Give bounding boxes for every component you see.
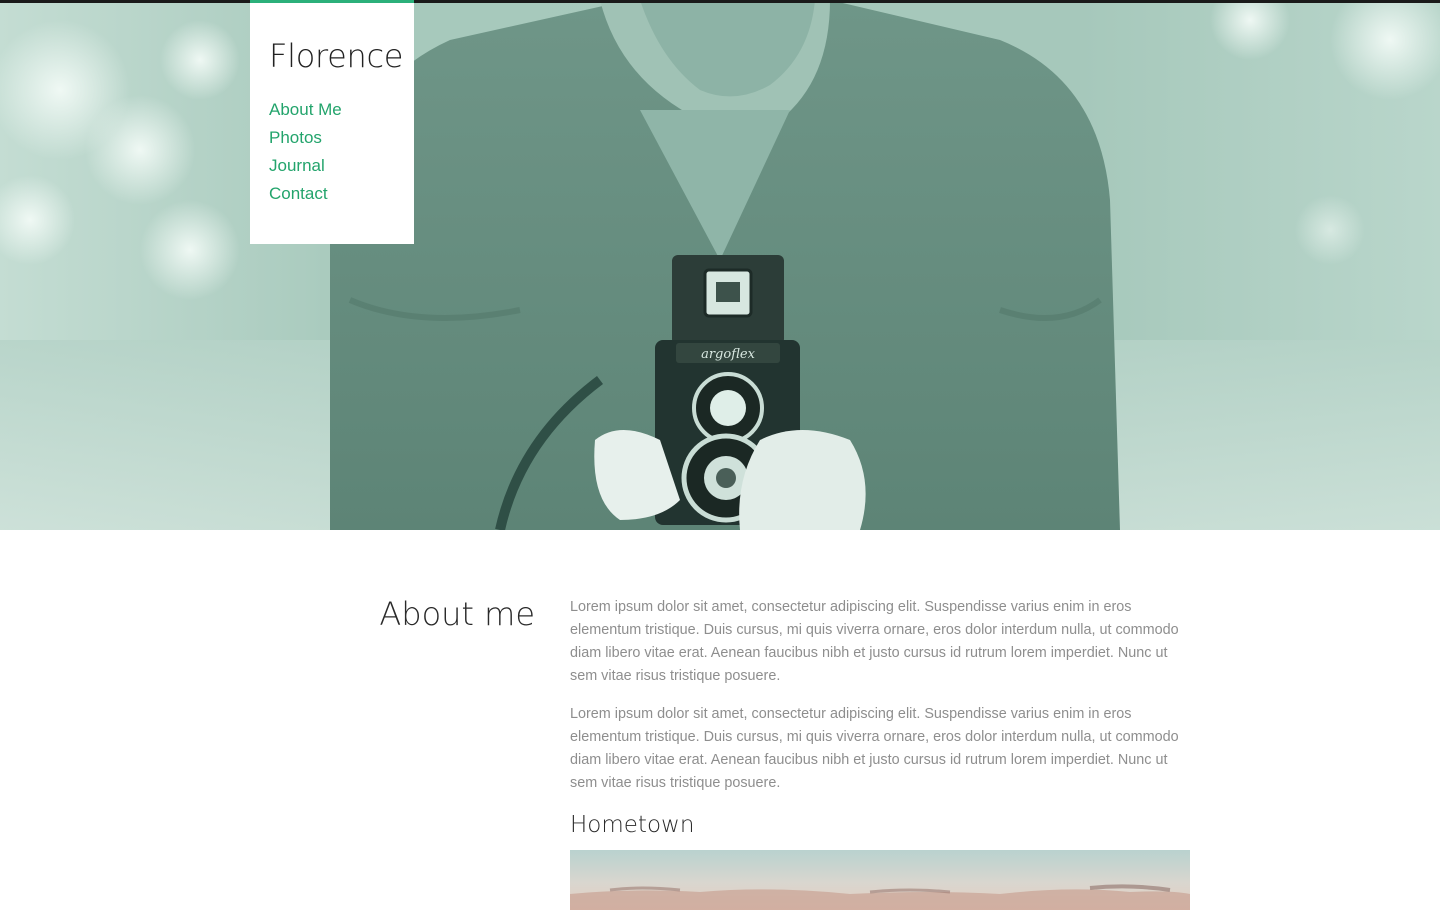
site-brand[interactable]: Florence xyxy=(269,35,414,77)
hometown-photo xyxy=(570,850,1190,910)
hometown-heading: Hometown xyxy=(570,812,695,838)
main-nav: About Me Photos Journal Contact xyxy=(269,96,414,208)
about-title: About me xyxy=(379,595,535,633)
nav-item-about-me[interactable]: About Me xyxy=(269,96,414,124)
about-paragraph-1: Lorem ipsum dolor sit amet, consectetur … xyxy=(570,599,1179,684)
nav-item-contact[interactable]: Contact xyxy=(269,180,414,208)
hero-photo: argoflex xyxy=(0,0,1440,530)
top-border xyxy=(0,0,1440,3)
nav-item-photos[interactable]: Photos xyxy=(269,124,414,152)
about-paragraph-2: Lorem ipsum dolor sit amet, consectetur … xyxy=(570,706,1179,791)
about-body: Lorem ipsum dolor sit amet, consectetur … xyxy=(570,596,1190,910)
site-nav-card: Florence About Me Photos Journal Contact xyxy=(250,0,414,244)
nav-item-journal[interactable]: Journal xyxy=(269,152,414,180)
camera-brand-text: argoflex xyxy=(701,347,755,362)
hero-banner: argoflex xyxy=(0,0,1440,530)
